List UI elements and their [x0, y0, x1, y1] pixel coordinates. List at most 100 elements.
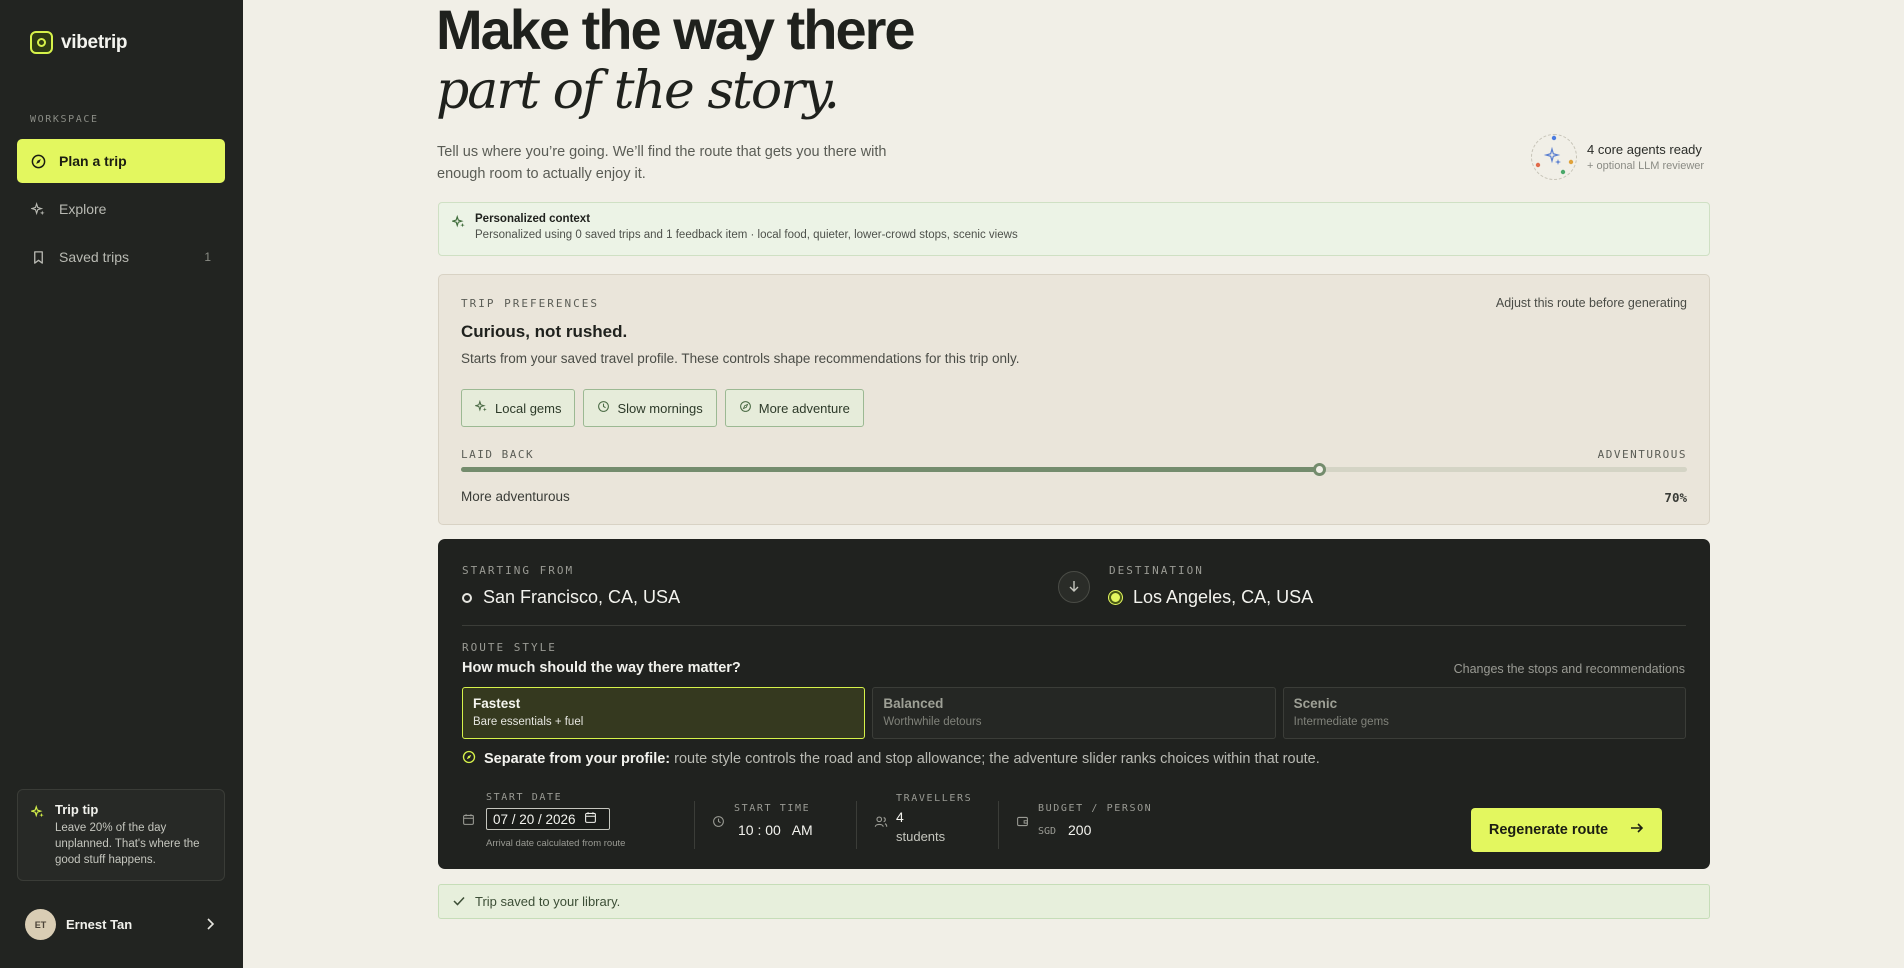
option-subtitle: Worthwhile detours	[883, 716, 982, 728]
sidebar-item-saved-trips[interactable]: Saved trips 1	[17, 235, 225, 279]
saved-trips-count: 1	[204, 250, 211, 264]
travellers-field[interactable]: TRAVELLERS 4 students	[874, 789, 994, 853]
agents-network-icon	[1531, 134, 1577, 180]
destination-label: DESTINATION	[1109, 564, 1204, 577]
destination-value: Los Angeles, CA, USA	[1133, 587, 1314, 607]
origin-dot-icon	[462, 592, 472, 603]
profile-separation-note: Separate from your profile: route style …	[462, 750, 1320, 768]
trip-preferences-panel: TRIP PREFERENCES Adjust this route befor…	[438, 274, 1710, 525]
origin-value: San Francisco, CA, USA	[483, 587, 681, 607]
chip-label: Slow mornings	[617, 400, 703, 416]
note-text: route style controls the road and stop a…	[670, 751, 1320, 767]
arrow-right-icon	[1630, 822, 1644, 838]
start-time-field[interactable]: START TIME 10 : 00 AM	[712, 789, 852, 853]
route-style-question: How much should the way there matter?	[462, 660, 741, 676]
option-subtitle: Bare essentials + fuel	[473, 716, 584, 728]
preference-chips: Local gems Slow mornings More adventure	[461, 389, 864, 427]
start-date-field: START DATE 07 / 20 / 2026 Arrival date c…	[462, 789, 692, 853]
workspace-label: WORKSPACE	[30, 114, 99, 125]
route-option-scenic[interactable]: Scenic Intermediate gems	[1282, 687, 1686, 739]
route-style-note: Changes the stops and recommendations	[1453, 662, 1685, 676]
prefs-adjust-note: Adjust this route before generating	[1495, 296, 1687, 310]
start-date-label: START DATE	[486, 792, 563, 803]
divider	[694, 801, 695, 849]
divider	[462, 625, 1686, 626]
clock-icon	[597, 400, 610, 416]
start-date-value: 07 / 20 / 2026	[493, 811, 576, 827]
chevron-right-icon	[205, 917, 215, 933]
slider-percent: 70%	[1664, 490, 1687, 505]
budget-currency: SGD	[1038, 826, 1057, 837]
start-time-value: 10 : 00 AM	[738, 822, 813, 838]
trip-saved-toast: Trip saved to your library.	[438, 884, 1710, 919]
arrow-down-icon	[1068, 579, 1080, 595]
regenerate-route-button[interactable]: Regenerate route	[1471, 808, 1662, 852]
trip-fields: START DATE 07 / 20 / 2026 Arrival date c…	[462, 789, 1686, 853]
start-date-subtext: Arrival date calculated from route	[486, 838, 626, 849]
brand[interactable]: vibetrip	[30, 31, 128, 54]
compass-icon	[31, 154, 46, 169]
context-title: Personalized context	[475, 213, 591, 225]
travellers-count: 4	[896, 809, 904, 825]
calendar-picker-icon[interactable]	[584, 811, 597, 827]
option-title: Balanced	[883, 696, 944, 711]
start-time-label: START TIME	[734, 803, 811, 814]
sparkles-icon	[474, 399, 488, 416]
prefs-description: Starts from your saved travel profile. T…	[461, 351, 1020, 366]
sparkles-icon	[29, 804, 45, 824]
divider	[998, 801, 999, 849]
route-option-fastest[interactable]: Fastest Bare essentials + fuel	[462, 687, 866, 739]
hero-subtitle: part of the story.	[436, 61, 840, 121]
route-panel: STARTING FROM San Francisco, CA, USA DES…	[438, 539, 1710, 869]
slider-thumb[interactable]	[1313, 463, 1327, 476]
vibetrip-logo-icon	[30, 31, 53, 54]
trip-tip-text: Leave 20% of the day unplanned. That's w…	[55, 822, 200, 866]
user-name: Ernest Tan	[66, 917, 133, 932]
route-style-options: Fastest Bare essentials + fuel Balanced …	[462, 687, 1686, 739]
wallet-icon	[1016, 815, 1029, 833]
budget-value: 200	[1068, 822, 1092, 838]
sidebar-item-label: Saved trips	[59, 249, 130, 265]
prefs-label: TRIP PREFERENCES	[461, 297, 599, 310]
budget-field[interactable]: BUDGET / PERSON SGD 200	[1016, 789, 1176, 853]
hero-title: Make the way there	[436, 0, 916, 61]
compass-icon	[739, 400, 752, 416]
sidebar-item-plan-a-trip[interactable]: Plan a trip	[17, 139, 225, 183]
brand-name: vibetrip	[61, 31, 128, 53]
destination-dot-icon	[1109, 591, 1122, 604]
start-date-input[interactable]: 07 / 20 / 2026	[486, 808, 610, 830]
route-option-balanced[interactable]: Balanced Worthwhile detours	[872, 687, 1276, 739]
toast-text: Trip saved to your library.	[475, 894, 621, 909]
adventure-slider[interactable]	[461, 463, 1687, 476]
swap-button[interactable]	[1058, 571, 1090, 603]
bookmark-icon	[31, 250, 46, 265]
slider-right-label: ADVENTUROUS	[1597, 448, 1687, 461]
sidebar-item-label: Plan a trip	[59, 153, 127, 169]
compass-icon	[462, 750, 476, 768]
hero-intro: Tell us where you’re going. We’ll find t…	[437, 144, 887, 182]
check-icon	[453, 894, 465, 909]
chip-slow-mornings[interactable]: Slow mornings	[583, 389, 717, 427]
destination-field[interactable]: Los Angeles, CA, USA	[1109, 587, 1313, 608]
avatar: ET	[25, 909, 56, 940]
origin-field[interactable]: San Francisco, CA, USA	[462, 587, 680, 608]
sidebar-nav: Plan a trip Explore Saved trips 1	[17, 139, 225, 283]
from-label: STARTING FROM	[462, 564, 575, 577]
option-title: Scenic	[1293, 696, 1338, 711]
clock-icon	[712, 815, 725, 833]
chip-label: Local gems	[495, 400, 562, 416]
sidebar-item-explore[interactable]: Explore	[17, 187, 225, 231]
prefs-title: Curious, not rushed.	[461, 322, 628, 341]
trip-tip-card: Trip tip Leave 20% of the day unplanned.…	[17, 789, 225, 881]
agents-title: 4 core agents ready	[1587, 142, 1702, 157]
option-subtitle: Intermediate gems	[1293, 716, 1389, 728]
slider-left-label: LAID BACK	[461, 448, 535, 461]
chip-more-adventure[interactable]: More adventure	[724, 389, 864, 427]
user-menu[interactable]: ET Ernest Tan	[25, 909, 215, 940]
option-title: Fastest	[473, 696, 521, 711]
sidebar: vibetrip WORKSPACE Plan a trip Explore S…	[0, 0, 243, 968]
budget-label: BUDGET / PERSON	[1038, 803, 1153, 814]
route-style-label: ROUTE STYLE	[462, 641, 557, 654]
slider-fill	[461, 467, 1320, 472]
chip-local-gems[interactable]: Local gems	[461, 389, 576, 427]
